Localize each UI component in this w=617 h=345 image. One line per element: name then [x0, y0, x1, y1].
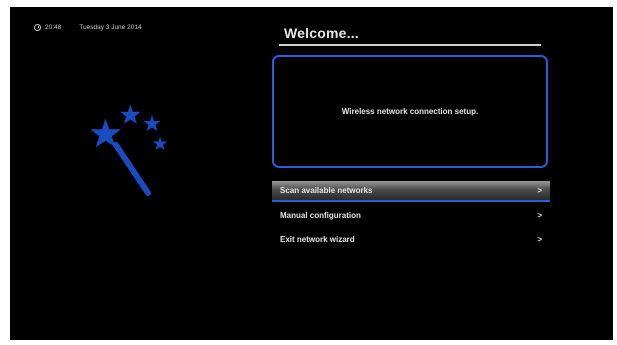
chevron-right-icon: >: [537, 210, 542, 220]
menu-item-label: Exit network wizard: [280, 234, 355, 244]
menu-item-manual-configuration[interactable]: Manual configuration >: [272, 204, 550, 226]
menu-item-label: Scan available networks: [280, 186, 373, 195]
menu-item-exit-wizard[interactable]: Exit network wizard >: [272, 228, 550, 250]
wizard-menu: Scan available networks > Manual configu…: [272, 181, 550, 252]
clock-icon: [34, 23, 41, 31]
tv-screen: 20:48 Tuesday 3 June 2014 Welcome... Wir…: [10, 7, 613, 340]
title-divider: [279, 44, 541, 46]
chevron-right-icon: >: [537, 234, 542, 244]
page-title: Welcome...: [284, 25, 359, 41]
status-bar: 20:48 Tuesday 3 June 2014: [34, 21, 142, 33]
info-panel: Wireless network connection setup.: [272, 55, 548, 168]
menu-item-label: Manual configuration: [280, 210, 361, 220]
menu-item-scan-networks[interactable]: Scan available networks >: [272, 181, 550, 202]
magic-wand-stars-icon: [90, 104, 168, 196]
chevron-right-icon: >: [537, 186, 542, 195]
clock-time: 20:48: [45, 23, 62, 31]
clock-date: Tuesday 3 June 2014: [79, 23, 142, 31]
info-message: Wireless network connection setup.: [341, 107, 479, 116]
